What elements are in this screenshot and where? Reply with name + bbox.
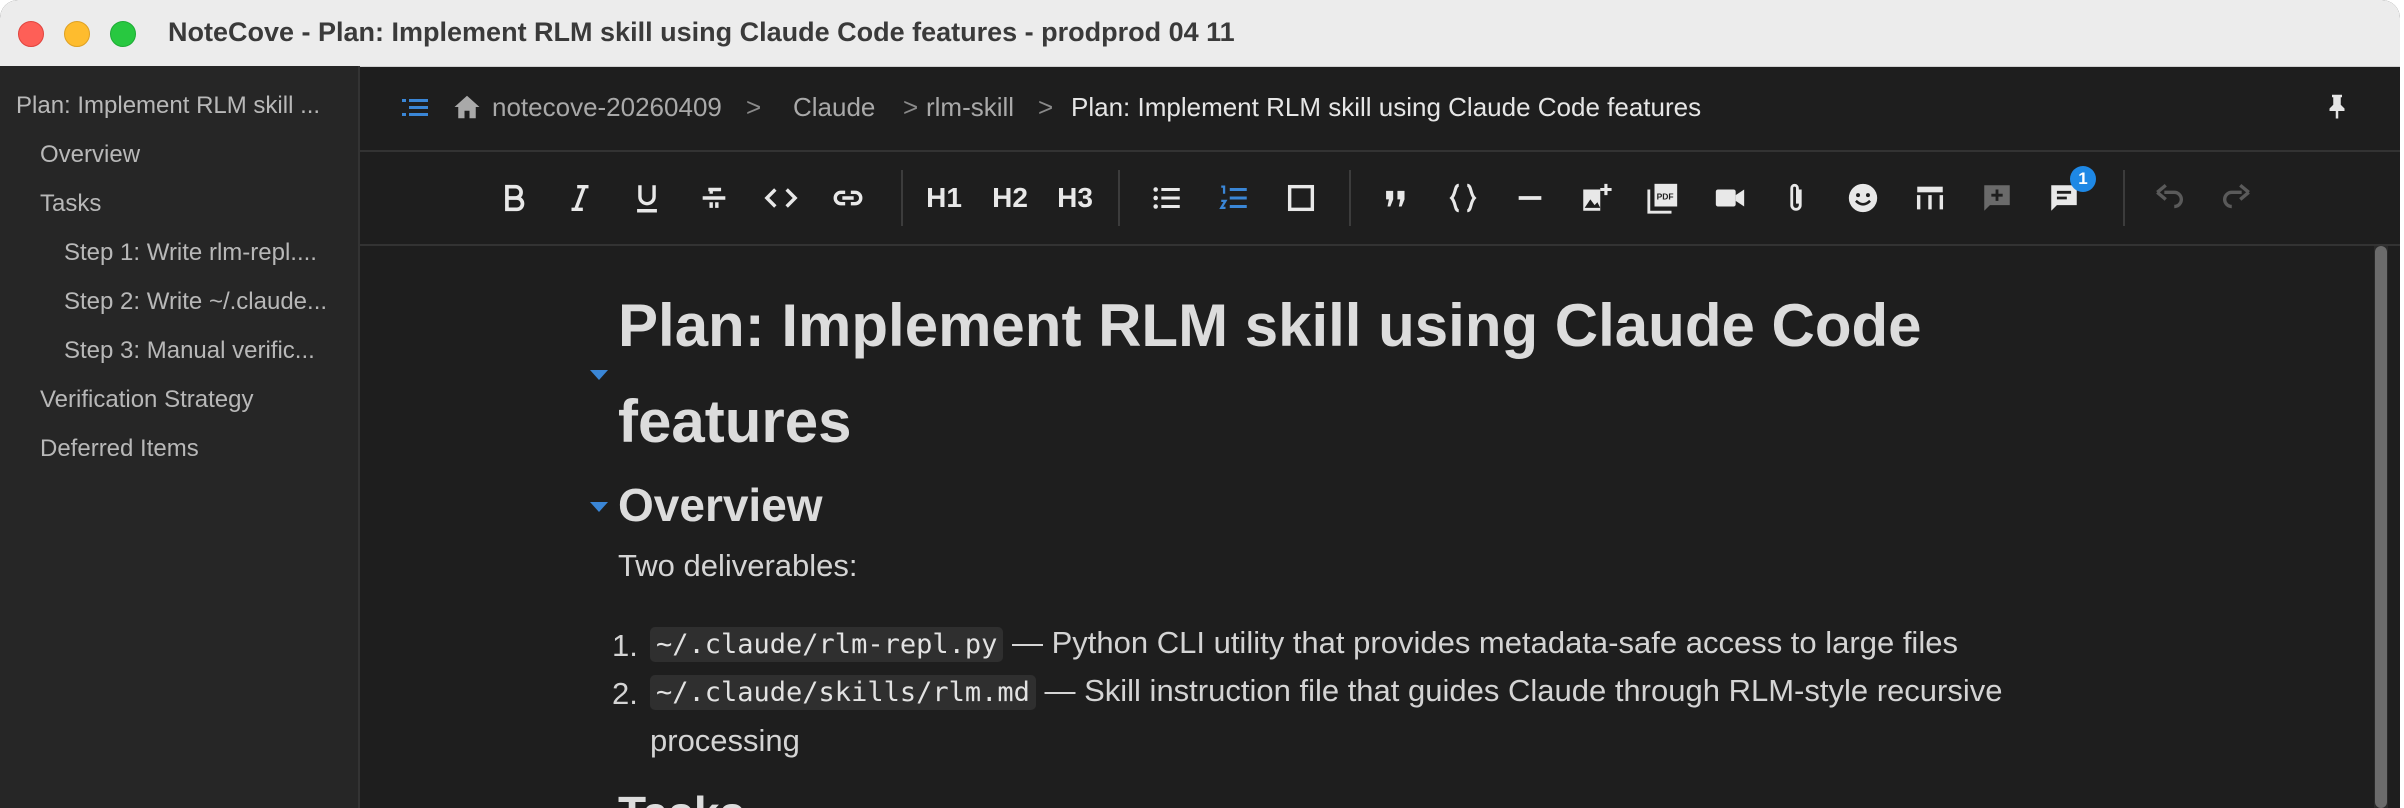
tasks-heading[interactable]: Tasks <box>618 786 745 808</box>
insert-image-button[interactable] <box>1570 170 1622 226</box>
list-item[interactable]: ~/.claude/rlm-repl.py — Python CLI utili… <box>650 625 1958 662</box>
breadcrumb-separator: > <box>1038 92 1054 122</box>
collapse-overview-icon[interactable] <box>590 502 608 512</box>
add-comment-button <box>1971 170 2023 226</box>
outline-item-step1[interactable]: Step 1: Write rlm-repl.... <box>64 239 344 267</box>
editor-content[interactable]: Plan: Implement RLM skill using Claude C… <box>360 246 2364 808</box>
outline-item-deferred[interactable]: Deferred Items <box>40 435 340 463</box>
note-header: notecove-20260409 > Claude > rlm-skill >… <box>360 66 2400 152</box>
bullet-list-button[interactable] <box>1141 170 1193 226</box>
outline-item-plan[interactable]: Plan: Implement RLM skill ... <box>16 92 342 120</box>
redo-button <box>2210 170 2262 226</box>
outline-item-tasks[interactable]: Tasks <box>40 190 340 218</box>
outline-item-step2[interactable]: Step 2: Write ~/.claude... <box>64 288 344 316</box>
list-item[interactable]: ~/.claude/skills/rlm.md — Skill instruct… <box>650 673 2003 710</box>
collapse-title-icon[interactable] <box>590 370 608 380</box>
insert-video-button[interactable] <box>1704 170 1756 226</box>
bold-button[interactable] <box>488 170 540 226</box>
overview-heading[interactable]: Overview <box>618 478 823 532</box>
breadcrumb-separator: > <box>746 92 762 122</box>
insert-table-button[interactable] <box>1904 170 1956 226</box>
outline-sidebar: Plan: Implement RLM skill ... Overview T… <box>0 66 360 808</box>
horizontal-rule-button[interactable] <box>1504 170 1556 226</box>
minimize-window-button[interactable] <box>64 21 90 47</box>
heading2-button[interactable]: H2 <box>984 170 1036 226</box>
breadcrumb-current-note: Plan: Implement RLM skill using Claude C… <box>1071 92 1702 122</box>
breadcrumb-item-subfolder[interactable]: rlm-skill <box>926 92 1014 123</box>
checkbox-button[interactable] <box>1275 170 1327 226</box>
list-item-text: — Skill instruction file that guides Cla… <box>1035 673 2003 708</box>
list-item-number: 1. <box>612 628 638 663</box>
toolbar-divider <box>2123 170 2125 226</box>
list-item-text: — Python CLI utility that provides metad… <box>1003 625 1958 660</box>
inline-code: ~/.claude/rlm-repl.py <box>650 627 1004 662</box>
toolbar-divider <box>1118 170 1120 226</box>
italic-button[interactable] <box>554 170 606 226</box>
strikethrough-button[interactable] <box>688 170 740 226</box>
outline-item-verification[interactable]: Verification Strategy <box>40 386 340 414</box>
numbered-list-button[interactable] <box>1208 170 1260 226</box>
maximize-window-button[interactable] <box>110 21 136 47</box>
attachment-button[interactable] <box>1770 170 1822 226</box>
close-window-button[interactable] <box>18 21 44 47</box>
blockquote-button[interactable] <box>1370 170 1422 226</box>
title-bar: NoteCove - Plan: Implement RLM skill usi… <box>0 0 2400 67</box>
undo-button <box>2144 170 2196 226</box>
code-block-button[interactable] <box>1437 170 1489 226</box>
app-window: NoteCove - Plan: Implement RLM skill usi… <box>0 0 2400 808</box>
underline-button[interactable] <box>621 170 673 226</box>
list-item-number: 2. <box>612 676 638 711</box>
list-item-continuation: processing <box>650 723 800 758</box>
outline-item-step3[interactable]: Step 3: Manual verific... <box>64 337 344 365</box>
window-title: NoteCove - Plan: Implement RLM skill usi… <box>168 17 1235 47</box>
breadcrumb-separator: > <box>903 92 919 122</box>
toolbar-divider <box>1349 170 1351 226</box>
editor-scrollbar-thumb[interactable] <box>2375 246 2387 808</box>
heading1-button[interactable]: H1 <box>918 170 970 226</box>
intro-paragraph[interactable]: Two deliverables: <box>618 548 858 584</box>
home-icon[interactable] <box>452 92 482 122</box>
link-button[interactable] <box>822 170 874 226</box>
heading3-button[interactable]: H3 <box>1049 170 1101 226</box>
toggle-outline-icon[interactable] <box>400 94 430 122</box>
breadcrumb-item-folder[interactable]: Claude <box>793 92 875 123</box>
emoji-button[interactable] <box>1837 170 1889 226</box>
outline-item-overview[interactable]: Overview <box>40 141 340 169</box>
insert-pdf-button[interactable]: PDF <box>1637 170 1689 226</box>
formatting-toolbar: H1 H2 H3 PDF 1 <box>360 152 2400 246</box>
document-title[interactable]: Plan: Implement RLM skill using Claude C… <box>618 278 2118 470</box>
comments-button[interactable]: 1 <box>2038 166 2096 226</box>
inline-code: ~/.claude/skills/rlm.md <box>650 675 1036 710</box>
inline-code-button[interactable] <box>755 170 807 226</box>
svg-text:PDF: PDF <box>1657 191 1674 201</box>
breadcrumb-item-notebook[interactable]: notecove-20260409 <box>492 92 722 123</box>
toolbar-divider <box>901 170 903 226</box>
pin-icon[interactable] <box>2322 90 2352 122</box>
comments-count-badge: 1 <box>2070 166 2096 192</box>
